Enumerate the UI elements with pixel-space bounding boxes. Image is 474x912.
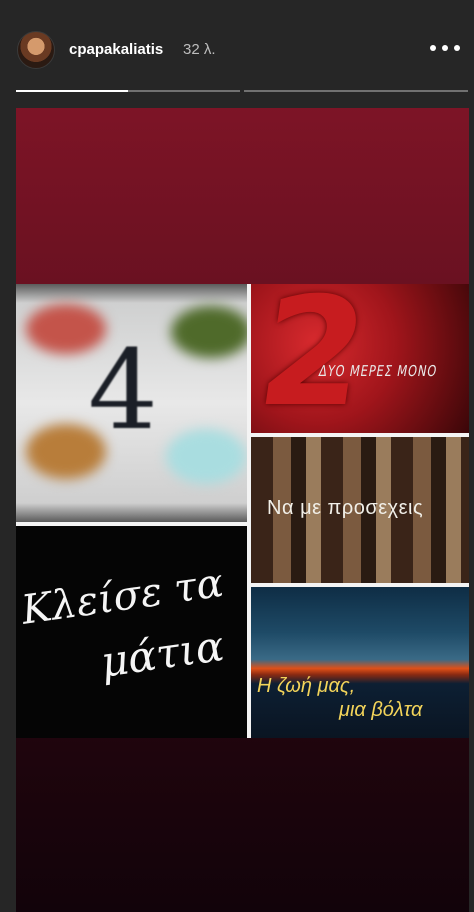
- tile-zoi-line1: Η ζωή μας,: [257, 675, 356, 697]
- tile-four-text: 4: [88, 326, 158, 454]
- story-header: cpapakaliatis 32 λ.: [0, 0, 474, 100]
- post-time: 32 λ.: [183, 41, 216, 58]
- tile-na-me-caption: Να με προσεχεις: [267, 497, 424, 519]
- tile-na-me-prosexeis: Να με προσεχεις: [251, 437, 469, 583]
- avatar[interactable]: [17, 31, 55, 69]
- story-progress: [16, 90, 468, 93]
- tile-four: 4: [16, 284, 247, 522]
- tile-kleise-line1: Κλείσε τα: [18, 559, 227, 634]
- collage: 4 2 ΔΥΟ ΜΕΡΕΣ ΜΟΝΟ Να με προσεχεις Κλείσ…: [16, 284, 469, 738]
- tile-two-days: 2 ΔΥΟ ΜΕΡΕΣ ΜΟΝΟ: [251, 284, 469, 433]
- username[interactable]: cpapakaliatis: [69, 41, 163, 58]
- tile-zoi-mas: Η ζωή μας, μια βόλτα: [251, 587, 469, 738]
- tile-zoi-line2: μια βόλτα: [339, 699, 423, 721]
- tile-two-number: 2: [251, 284, 378, 433]
- story-media[interactable]: 4 2 ΔΥΟ ΜΕΡΕΣ ΜΟΝΟ Να με προσεχεις Κλείσ…: [16, 108, 469, 912]
- progress-segment-1: [16, 90, 240, 92]
- tile-kleise-line2: μάτια: [97, 621, 227, 687]
- progress-segment-2: [244, 90, 468, 92]
- more-options-icon[interactable]: [430, 38, 460, 58]
- tile-two-caption: ΔΥΟ ΜΕΡΕΣ ΜΟΝΟ: [317, 362, 439, 380]
- tile-kleise-ta-matia: Κλείσε τα μάτια: [16, 526, 247, 738]
